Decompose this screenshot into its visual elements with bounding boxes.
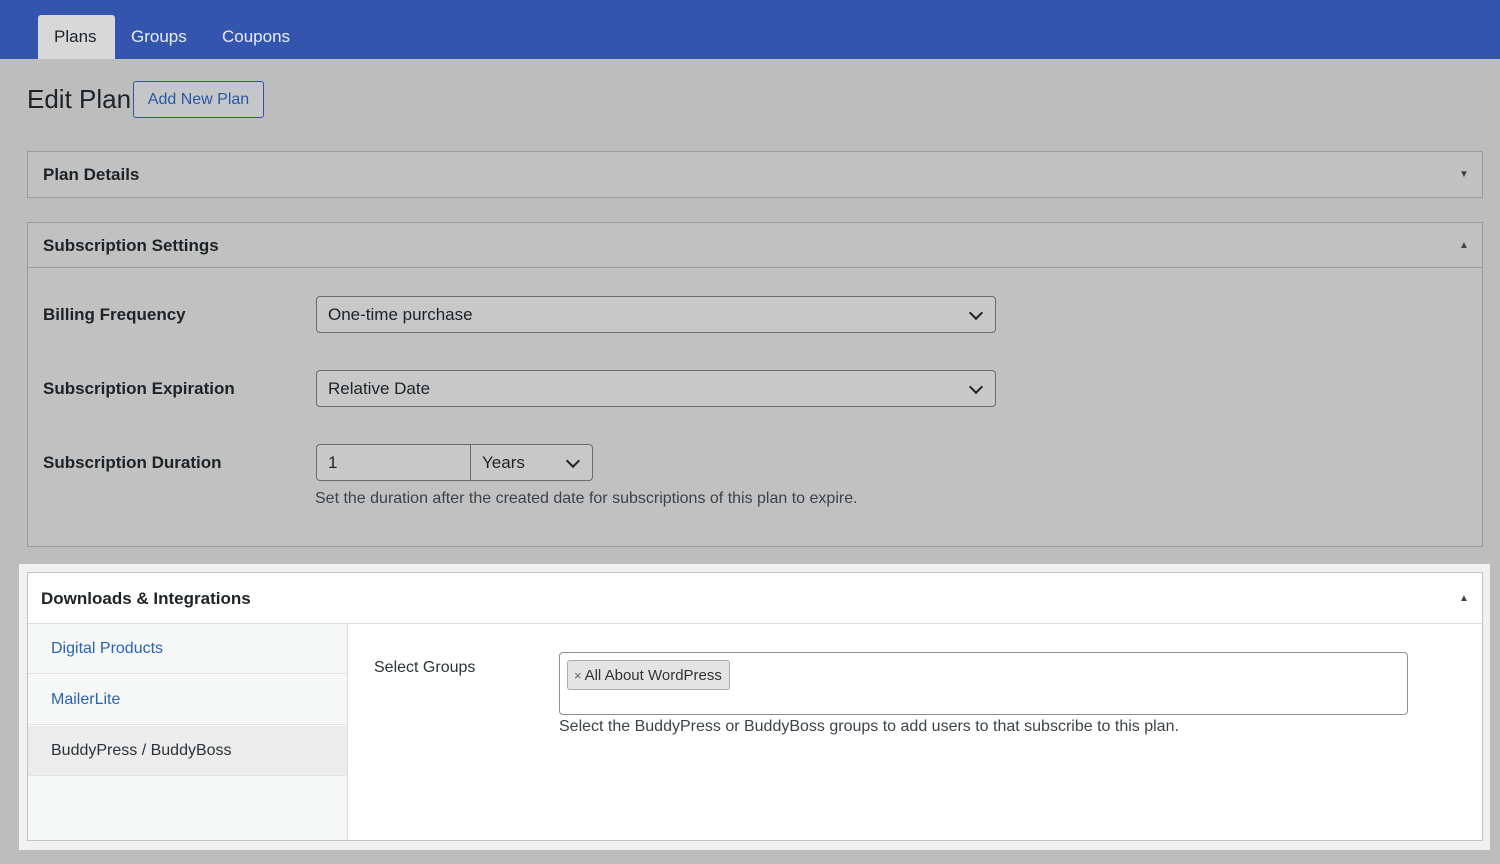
top-tab-bar: Plans Groups Coupons	[0, 0, 1500, 59]
select-groups-help-text: Select the BuddyPress or BuddyBoss group…	[559, 718, 1179, 735]
billing-frequency-label: Billing Frequency	[43, 305, 186, 324]
downloads-integrations-title: Downloads & Integrations	[41, 589, 251, 608]
page-title: Edit Plan	[27, 84, 132, 114]
downloads-integrations-header[interactable]: Downloads & Integrations ▲	[28, 573, 1482, 624]
remove-chip-icon[interactable]: ×	[574, 668, 582, 683]
downloads-integrations-box: Downloads & Integrations ▲ Digital Produ…	[27, 572, 1483, 841]
chevron-down-icon	[968, 305, 984, 320]
sidenav-item-mailerlite[interactable]: MailerLite	[28, 675, 347, 725]
duration-help-text: Set the duration after the created date …	[315, 490, 858, 507]
add-new-plan-button[interactable]: Add New Plan	[133, 81, 264, 118]
billing-frequency-value: One-time purchase	[328, 305, 473, 324]
sidenav-item-buddypress[interactable]: BuddyPress / BuddyBoss	[28, 726, 347, 776]
subscription-settings-box: Subscription Settings ▲ Billing Frequenc…	[27, 222, 1483, 547]
chevron-down-icon	[565, 453, 581, 468]
duration-unit-value: Years	[482, 453, 525, 472]
group-chip: × All About WordPress	[567, 660, 730, 690]
triangle-up-icon[interactable]: ▲	[1456, 573, 1472, 624]
duration-amount-input[interactable]: 1	[316, 444, 471, 481]
subscription-expiration-label: Subscription Expiration	[43, 379, 235, 398]
plan-details-box: Plan Details ▼	[27, 151, 1483, 198]
tab-plans[interactable]: Plans	[38, 15, 115, 59]
group-chip-label: All About WordPress	[584, 667, 722, 684]
triangle-up-icon[interactable]: ▲	[1456, 223, 1472, 268]
sidenav-item-digital-products[interactable]: Digital Products	[28, 624, 347, 674]
integrations-sidenav: Digital Products MailerLite BuddyPress /…	[28, 624, 348, 840]
select-groups-input[interactable]: × All About WordPress	[559, 652, 1408, 715]
subscription-expiration-value: Relative Date	[328, 379, 431, 398]
select-groups-label: Select Groups	[374, 659, 476, 676]
tab-coupons[interactable]: Coupons	[206, 15, 306, 59]
duration-amount-value: 1	[328, 453, 338, 472]
subscription-duration-label: Subscription Duration	[43, 453, 222, 472]
subscription-settings-header[interactable]: Subscription Settings ▲	[28, 223, 1482, 268]
duration-unit-select[interactable]: Years	[470, 444, 593, 481]
billing-frequency-select[interactable]: One-time purchase	[316, 296, 996, 333]
triangle-down-icon[interactable]: ▼	[1456, 152, 1472, 197]
tab-groups[interactable]: Groups	[115, 15, 203, 59]
plan-details-title: Plan Details	[43, 165, 140, 184]
subscription-expiration-select[interactable]: Relative Date	[316, 370, 996, 407]
plan-details-header[interactable]: Plan Details ▼	[28, 152, 1482, 197]
subscription-settings-title: Subscription Settings	[43, 236, 219, 255]
chevron-down-icon	[968, 379, 984, 394]
